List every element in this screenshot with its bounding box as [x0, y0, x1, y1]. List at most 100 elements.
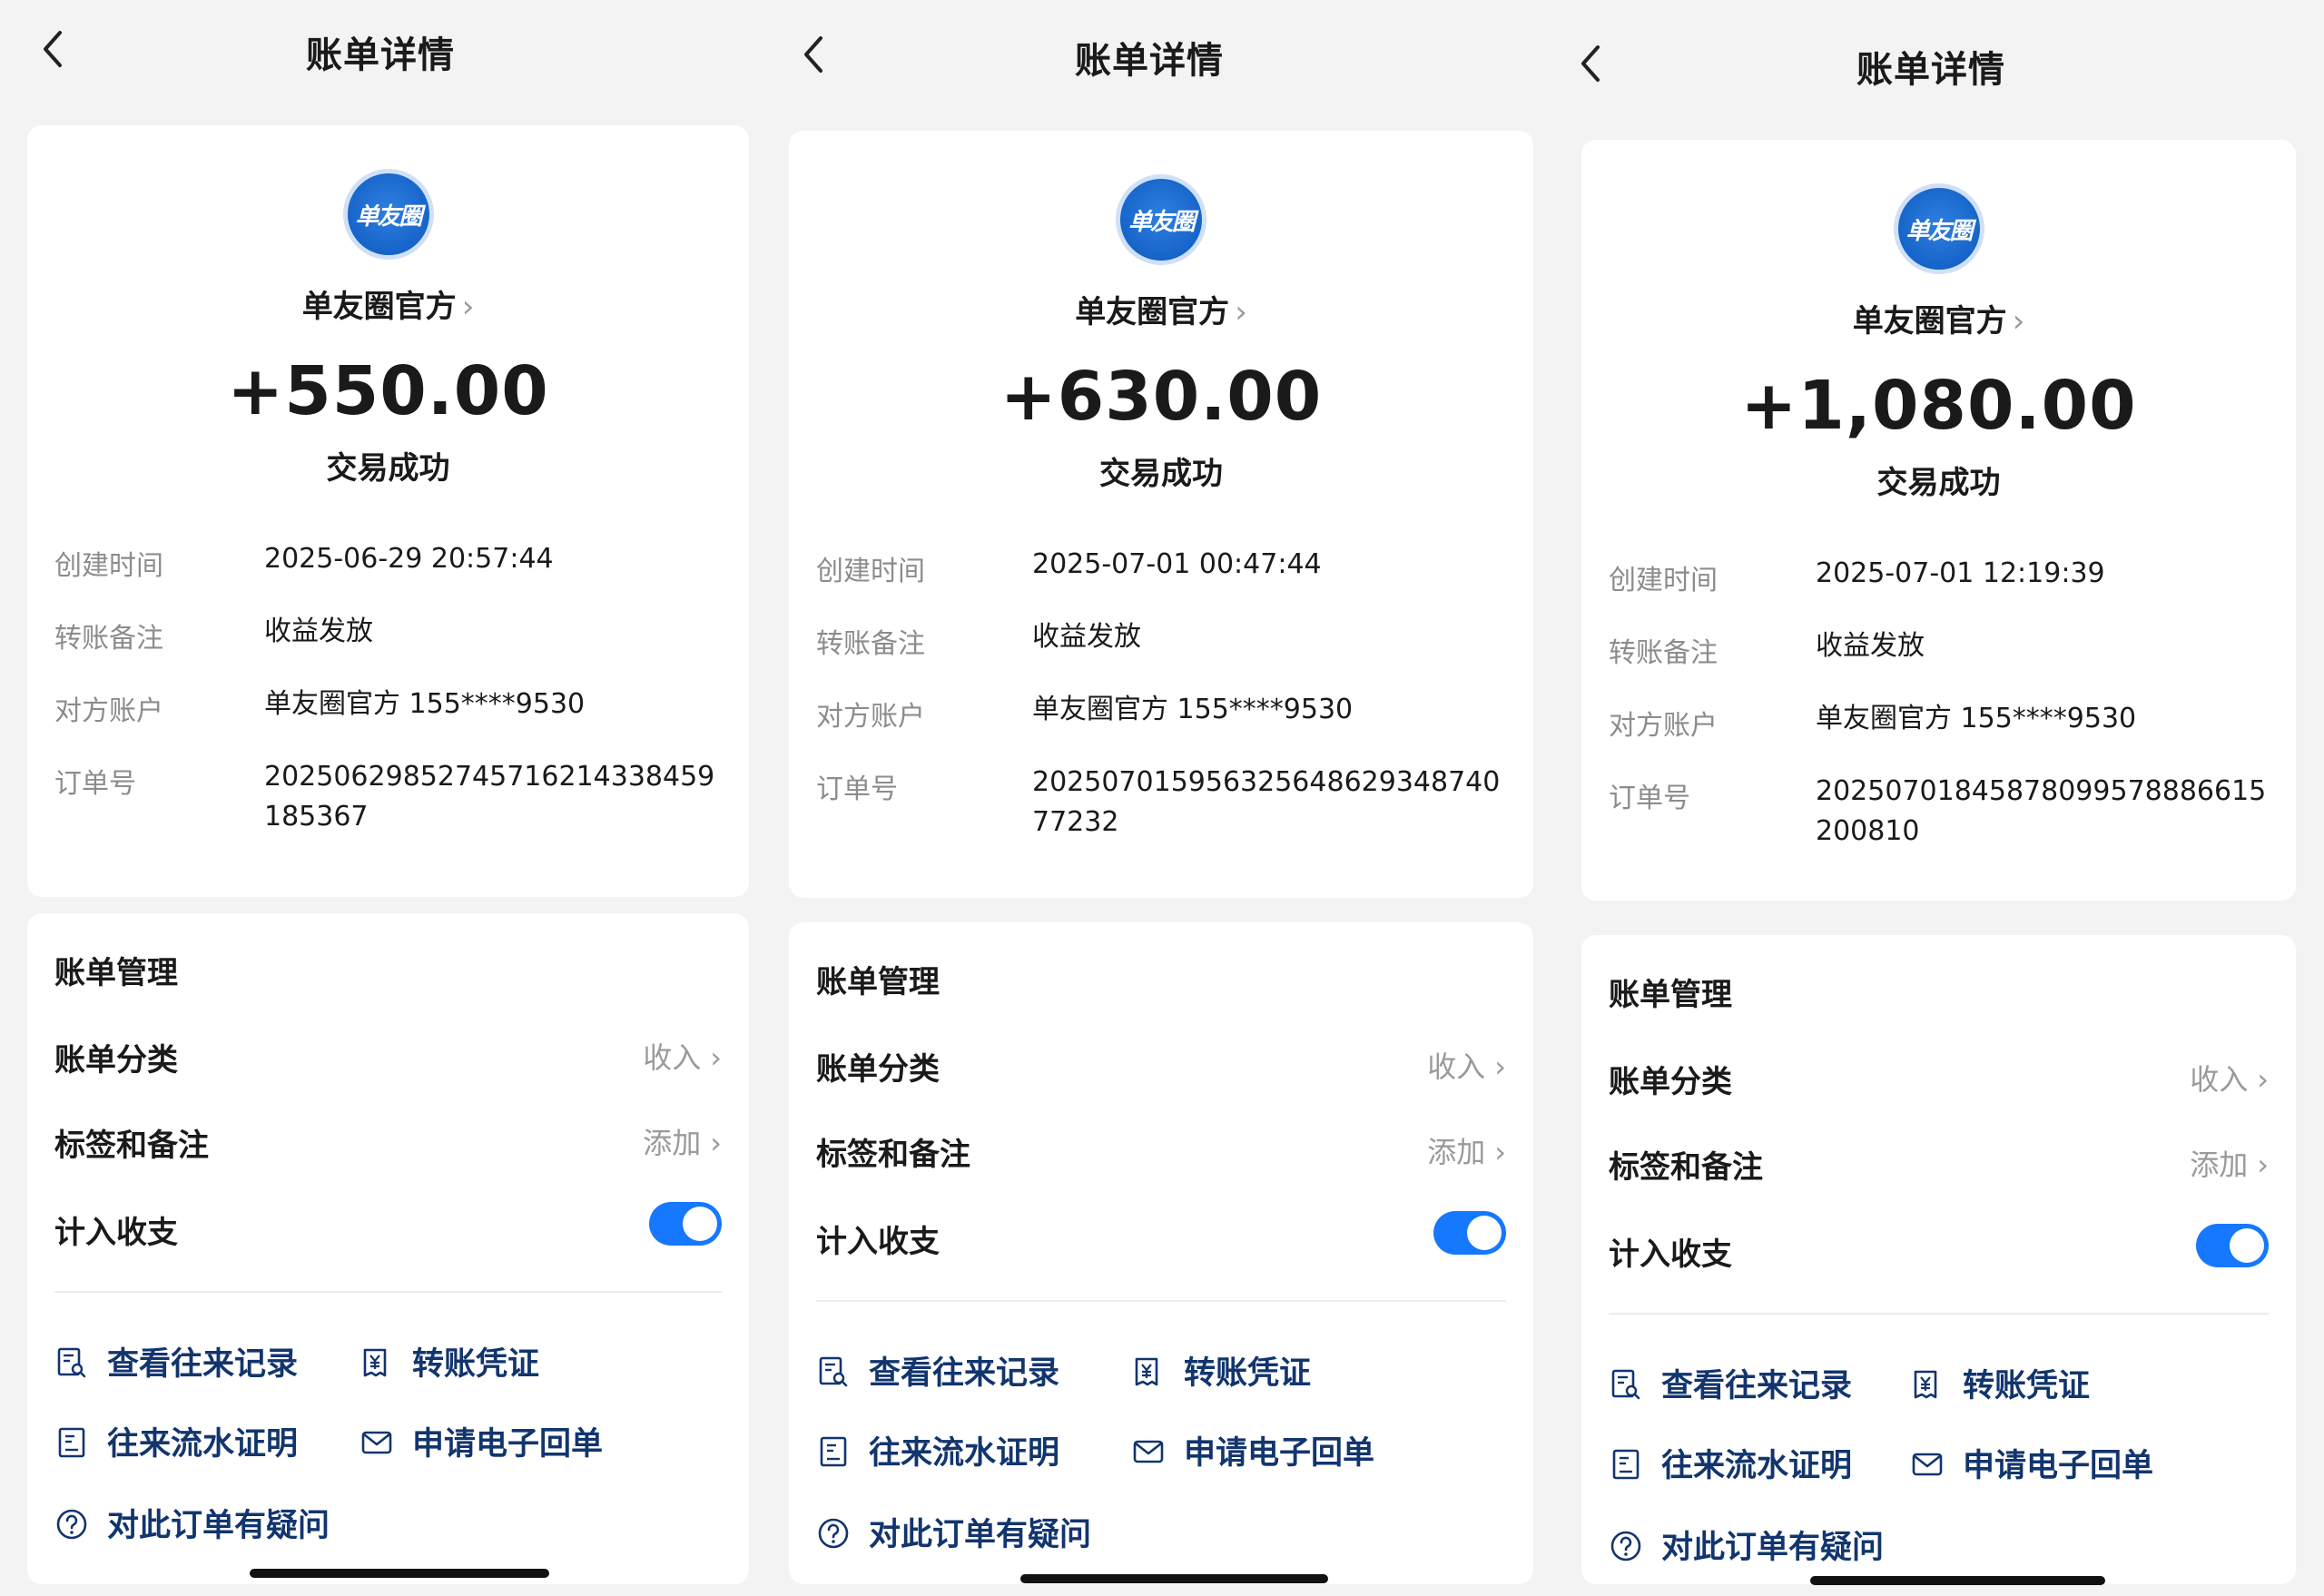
- include-toggle[interactable]: [2196, 1224, 2269, 1267]
- envelope-icon: [1131, 1434, 1166, 1469]
- transaction-status: 交易成功: [326, 450, 450, 487]
- transaction-status: 交易成功: [1099, 456, 1223, 492]
- home-indicator: [250, 1569, 549, 1578]
- detail-label: 订单号: [54, 768, 136, 800]
- bill-category-row[interactable]: 账单分类 收入 ›: [1609, 1057, 2269, 1111]
- question-circle-icon: [816, 1516, 851, 1551]
- row-value: 收入: [2190, 1062, 2249, 1097]
- detail-label: 创建时间: [816, 556, 925, 587]
- chevron-right-icon: ›: [2012, 303, 2025, 340]
- row-label: 计入收支: [816, 1224, 940, 1260]
- order-question-link[interactable]: 对此订单有疑问: [816, 1509, 1091, 1555]
- bill-detail-screen: 账单详情 单友圈 单友圈官方 › +1,080.00 交易成功 创建时间 2025-…: [1538, 0, 2324, 1596]
- link-label: 往来流水证明: [869, 1435, 1060, 1472]
- view-history-link[interactable]: 查看往来记录: [1609, 1360, 1852, 1406]
- row-value: 添加: [1427, 1135, 1486, 1169]
- merchant-name-link[interactable]: 单友圈官方 ›: [27, 281, 749, 326]
- include-toggle[interactable]: [1433, 1211, 1506, 1255]
- chevron-right-icon: ›: [461, 289, 475, 325]
- transfer-voucher-link[interactable]: 转账凭证: [359, 1338, 539, 1384]
- detail-value: 2025-07-01 12:19:39: [1816, 557, 2105, 589]
- link-label: 转账凭证: [412, 1346, 540, 1383]
- transfer-voucher-link[interactable]: 转账凭证: [1131, 1347, 1311, 1394]
- merchant-name-link[interactable]: 单友圈官方 ›: [1581, 296, 2296, 340]
- link-label: 申请电子回单: [412, 1426, 604, 1463]
- tags-remarks-row[interactable]: 标签和备注 添加 ›: [1609, 1142, 2269, 1197]
- screenshot-collage: 账单详情 单友圈 单友圈官方 › +550.00 交易成功 创建时间 2025-06…: [0, 0, 2324, 1596]
- detail-label: 创建时间: [54, 550, 163, 582]
- transaction-amount: +630.00: [1000, 358, 1323, 436]
- transfer-voucher-link[interactable]: 转账凭证: [1910, 1360, 2090, 1406]
- row-label: 计入收支: [54, 1215, 178, 1251]
- divider: [54, 1291, 722, 1293]
- transaction-card: 单友圈 单友圈官方 › +1,080.00 交易成功 创建时间 2025-07-01…: [1581, 140, 2296, 901]
- toggle-knob: [2230, 1228, 2264, 1263]
- toggle-knob: [683, 1207, 717, 1241]
- tags-remarks-row[interactable]: 标签和备注 添加 ›: [54, 1120, 722, 1175]
- row-value: 收入: [1427, 1049, 1486, 1084]
- home-indicator: [1810, 1576, 2105, 1585]
- detail-label: 创建时间: [1609, 565, 1718, 596]
- detail-label: 转账备注: [54, 623, 163, 655]
- transaction-status: 交易成功: [1876, 465, 2001, 501]
- flow-proof-link[interactable]: 往来流水证明: [54, 1418, 298, 1464]
- transaction-card: 单友圈 单友圈官方 › +550.00 交易成功 创建时间 2025-06-29 2…: [27, 125, 749, 897]
- merchant-name-link[interactable]: 单友圈官方 ›: [789, 287, 1533, 331]
- question-circle-icon: [1609, 1529, 1643, 1563]
- row-label: 标签和备注: [1609, 1149, 1763, 1186]
- link-label: 对此订单有疑问: [1661, 1530, 1885, 1566]
- chevron-right-icon: ›: [710, 1126, 722, 1160]
- detail-value: 收益发放: [1032, 621, 1141, 653]
- tags-remarks-row[interactable]: 标签和备注 添加 ›: [816, 1129, 1506, 1184]
- yen-voucher-icon: [359, 1345, 394, 1380]
- document-list-icon: [1609, 1447, 1643, 1482]
- merchant-name: 单友圈官方: [1852, 303, 2007, 340]
- detail-value: 2025-06-29 20:57:44: [264, 543, 554, 575]
- logo-text: 单友圈: [355, 202, 422, 231]
- link-label: 申请电子回单: [1184, 1435, 1375, 1472]
- flow-proof-link[interactable]: 往来流水证明: [816, 1427, 1059, 1473]
- include-in-budget-row: 计入收支: [816, 1211, 1506, 1271]
- yen-voucher-icon: [1131, 1355, 1166, 1389]
- bill-management-card: 账单管理 账单分类 收入 › 标签和备注 添加 › 计入收支 查看往来记录 转账凭证 往…: [1581, 935, 2296, 1584]
- nav-header: 账单详情: [0, 0, 761, 91]
- e-receipt-link[interactable]: 申请电子回单: [359, 1418, 603, 1464]
- section-title: 账单管理: [1609, 977, 1732, 1013]
- page-title: 账单详情: [306, 34, 455, 76]
- e-receipt-link[interactable]: 申请电子回单: [1131, 1427, 1374, 1473]
- row-label: 标签和备注: [54, 1128, 209, 1164]
- bill-category-row[interactable]: 账单分类 收入 ›: [816, 1044, 1506, 1098]
- bill-detail-screen: 账单详情 单友圈 单友圈官方 › +630.00 交易成功 创建时间 2025-07…: [761, 0, 1538, 1596]
- merchant-logo: 单友圈: [1893, 183, 1984, 274]
- view-history-link[interactable]: 查看往来记录: [816, 1347, 1059, 1394]
- view-history-link[interactable]: 查看往来记录: [54, 1338, 298, 1384]
- bill-category-row[interactable]: 账单分类 收入 ›: [54, 1035, 722, 1089]
- merchant-logo: 单友圈: [1116, 174, 1206, 265]
- nav-header: 账单详情: [761, 5, 1538, 96]
- bill-detail-screen: 账单详情 单友圈 单友圈官方 › +550.00 交易成功 创建时间 2025-06…: [0, 0, 761, 1596]
- link-label: 转账凭证: [1184, 1355, 1312, 1392]
- row-value: 添加: [2190, 1148, 2249, 1182]
- document-list-icon: [816, 1434, 851, 1469]
- search-record-icon: [54, 1345, 89, 1380]
- bill-management-card: 账单管理 账单分类 收入 › 标签和备注 添加 › 计入收支 查看往来记录 转账凭证 往…: [27, 913, 749, 1584]
- detail-value: 20250701845878099578886615200810: [1816, 775, 2267, 847]
- home-indicator: [1020, 1574, 1328, 1583]
- include-toggle[interactable]: [649, 1202, 722, 1246]
- order-question-link[interactable]: 对此订单有疑问: [1609, 1522, 1884, 1568]
- chevron-right-icon: ›: [2257, 1062, 2269, 1097]
- merchant-logo: 单友圈: [342, 169, 434, 260]
- link-label: 查看往来记录: [107, 1346, 299, 1383]
- chevron-right-icon: ›: [1494, 1135, 1506, 1169]
- chevron-right-icon: ›: [1235, 294, 1247, 330]
- logo-text: 单友圈: [1128, 208, 1196, 236]
- detail-label: 对方账户: [816, 701, 925, 733]
- search-record-icon: [1609, 1367, 1643, 1402]
- flow-proof-link[interactable]: 往来流水证明: [1609, 1440, 1852, 1486]
- e-receipt-link[interactable]: 申请电子回单: [1910, 1440, 2153, 1486]
- page-title: 账单详情: [1856, 49, 2005, 91]
- chevron-right-icon: ›: [2257, 1148, 2269, 1182]
- order-question-link[interactable]: 对此订单有疑问: [54, 1500, 330, 1546]
- row-label: 计入收支: [1609, 1236, 1732, 1273]
- detail-value: 单友圈官方 155****9530: [1032, 694, 1354, 725]
